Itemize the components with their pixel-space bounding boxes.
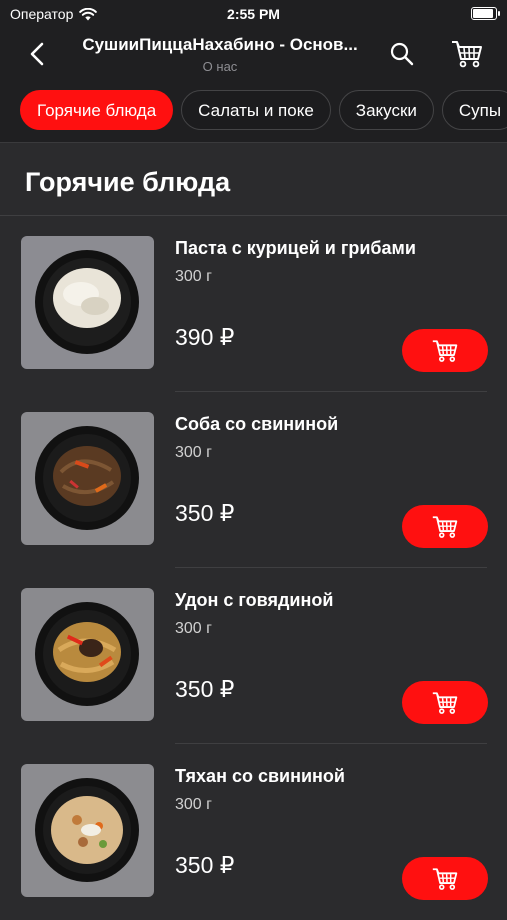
nav-bar: СушииПиццаНахабино - Основ... О нас bbox=[0, 30, 507, 81]
product-card[interactable]: Соба со свининой 300 г 350 ₽ bbox=[0, 392, 507, 568]
product-weight: 300 г bbox=[175, 268, 212, 286]
product-price: 350 ₽ bbox=[175, 676, 234, 703]
product-weight: 300 г bbox=[175, 796, 212, 814]
tab-soups[interactable]: Супы bbox=[442, 90, 507, 130]
product-price: 390 ₽ bbox=[175, 324, 234, 351]
section-title: Горячие блюда bbox=[25, 167, 230, 198]
add-to-cart-button[interactable] bbox=[402, 681, 488, 724]
add-to-cart-icon bbox=[430, 866, 460, 892]
tab-hot-dishes[interactable]: Горячие блюда bbox=[20, 90, 173, 130]
product-weight: 300 г bbox=[175, 620, 212, 638]
cart-icon[interactable] bbox=[450, 38, 484, 70]
product-name: Соба со свининой bbox=[175, 414, 338, 435]
category-tabs: Горячие блюда Салаты и поке Закуски Супы bbox=[0, 80, 507, 143]
battery-icon bbox=[471, 7, 497, 20]
product-name: Паста с курицей и грибами bbox=[175, 238, 416, 259]
tab-appetizers[interactable]: Закуски bbox=[339, 90, 434, 130]
product-price: 350 ₽ bbox=[175, 500, 234, 527]
page-title: СушииПиццаНахабино - Основ... bbox=[70, 35, 370, 55]
product-image bbox=[21, 412, 154, 545]
page-subtitle[interactable]: О нас bbox=[70, 59, 370, 74]
product-price: 350 ₽ bbox=[175, 852, 234, 879]
product-card[interactable]: Паста с курицей и грибами 300 г 390 ₽ bbox=[0, 216, 507, 392]
add-to-cart-icon bbox=[430, 514, 460, 540]
back-chevron-icon[interactable] bbox=[24, 40, 52, 68]
status-time: 2:55 PM bbox=[0, 6, 507, 22]
product-name: Тяхан со свининой bbox=[175, 766, 345, 787]
product-weight: 300 г bbox=[175, 444, 212, 462]
product-image bbox=[21, 236, 154, 369]
status-bar: Оператор 2:55 PM bbox=[0, 0, 507, 30]
add-to-cart-icon bbox=[430, 690, 460, 716]
product-card[interactable]: Удон с говядиной 300 г 350 ₽ bbox=[0, 568, 507, 744]
product-name: Удон с говядиной bbox=[175, 590, 333, 611]
product-image bbox=[21, 764, 154, 897]
add-to-cart-button[interactable] bbox=[402, 857, 488, 900]
add-to-cart-icon bbox=[430, 338, 460, 364]
tab-salads-poke[interactable]: Салаты и поке bbox=[181, 90, 331, 130]
product-image bbox=[21, 588, 154, 721]
add-to-cart-button[interactable] bbox=[402, 505, 488, 548]
add-to-cart-button[interactable] bbox=[402, 329, 488, 372]
search-icon[interactable] bbox=[388, 40, 416, 68]
nav-title-group: СушииПиццаНахабино - Основ... О нас bbox=[70, 35, 370, 74]
product-card[interactable]: Тяхан со свининой 300 г 350 ₽ bbox=[0, 744, 507, 920]
